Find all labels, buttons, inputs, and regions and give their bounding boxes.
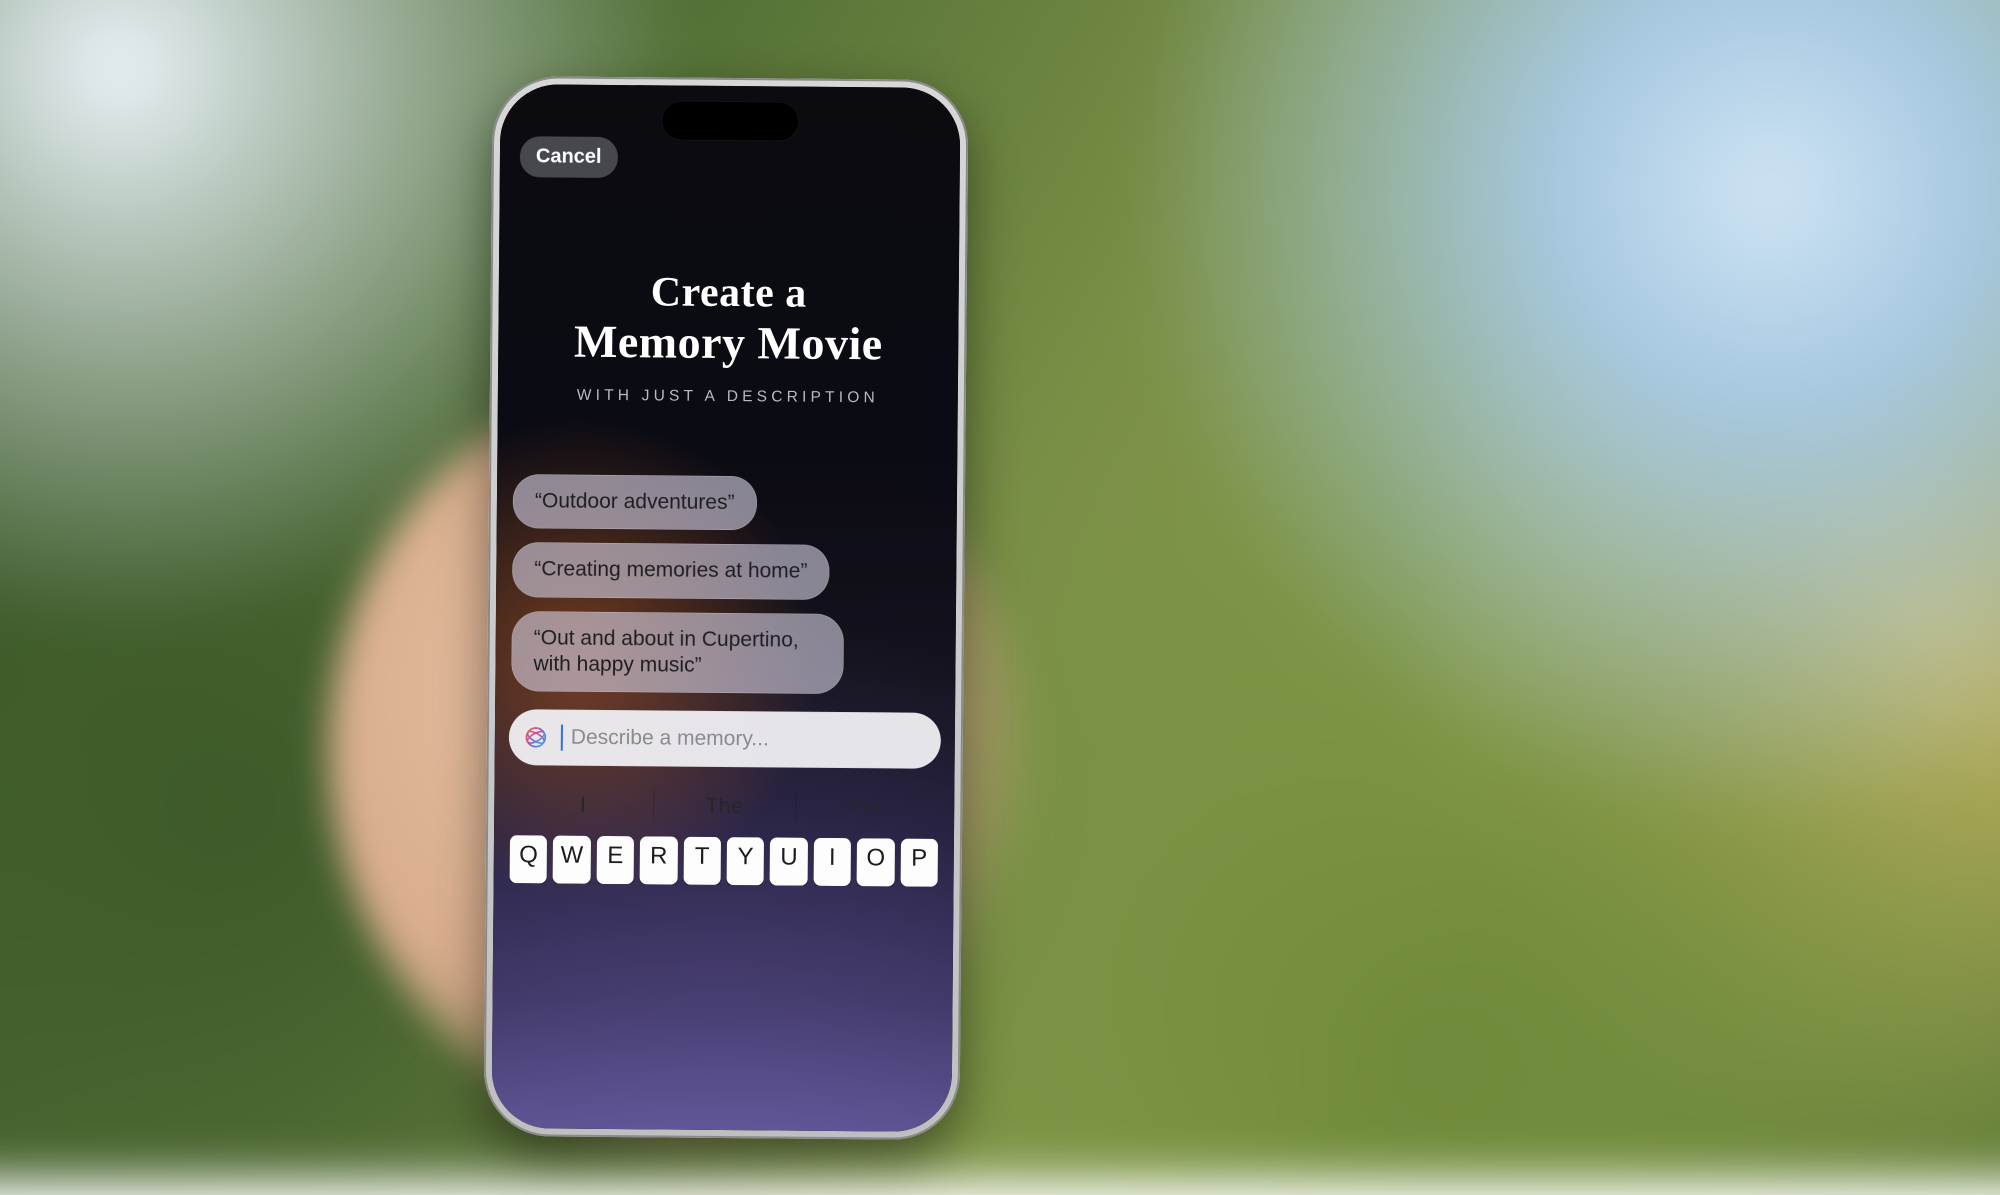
suggestion-chip[interactable]: “Out and about in Cupertino, with happy … (511, 611, 844, 694)
keyboard-key[interactable]: W (553, 836, 591, 884)
phone-frame: Cancel Create a Memory Movie WITH JUST A… (483, 76, 968, 1140)
predictive-bar: I The I’m (508, 781, 940, 831)
keyboard-key[interactable]: E (596, 836, 634, 884)
predictive-suggestion[interactable]: I’m (795, 784, 937, 831)
suggestion-chip[interactable]: “Outdoor adventures” (513, 474, 757, 530)
memory-description-field[interactable] (509, 709, 941, 769)
keyboard-key[interactable]: T (683, 837, 721, 885)
title-line2: Memory Movie (512, 316, 944, 369)
phone-bezel: Cancel Create a Memory Movie WITH JUST A… (491, 84, 960, 1132)
keyboard-key[interactable]: Y (727, 837, 765, 885)
predictive-suggestion[interactable]: I (512, 781, 654, 828)
suggestion-list: “Outdoor adventures” “Creating memories … (509, 474, 943, 695)
memory-description-input[interactable] (571, 726, 925, 753)
keyboard-key[interactable]: R (640, 836, 678, 884)
memory-movie-screen: Cancel Create a Memory Movie WITH JUST A… (491, 84, 960, 1132)
text-caret (561, 725, 563, 751)
page-subtitle: WITH JUST A DESCRIPTION (512, 386, 944, 408)
suggestion-chip[interactable]: “Creating memories at home” (512, 542, 830, 599)
photo-background (0, 0, 2000, 1181)
title-line1: Create a (513, 269, 945, 318)
keyboard-key[interactable]: O (857, 838, 895, 886)
keyboard-key[interactable]: P (900, 839, 938, 887)
iphone-device: Cancel Create a Memory Movie WITH JUST A… (483, 76, 968, 1140)
apple-intelligence-icon (521, 722, 551, 752)
predictive-suggestion[interactable]: The (653, 782, 795, 829)
dynamic-island (662, 101, 798, 140)
keyboard-key[interactable]: U (770, 837, 808, 885)
keyboard-key[interactable]: Q (510, 835, 548, 883)
cancel-button[interactable]: Cancel (520, 136, 618, 178)
page-title: Create a Memory Movie (512, 269, 945, 370)
keyboard-row: Q W E R T Y U I O P (508, 835, 940, 887)
keyboard-key[interactable]: I (813, 838, 851, 886)
